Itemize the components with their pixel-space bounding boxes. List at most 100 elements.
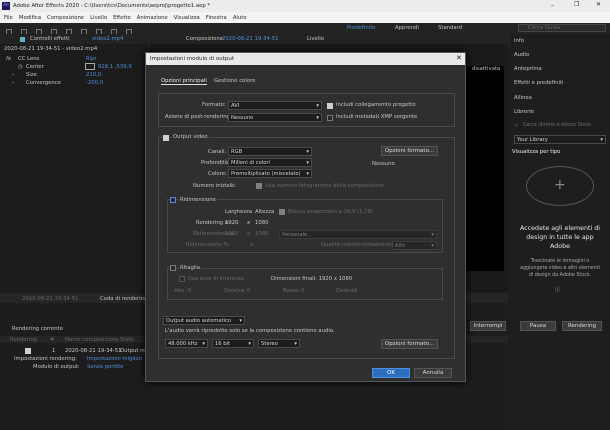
chevron-down-icon: ▾ [306,170,309,177]
channels-label: Canali: [208,149,227,155]
title-bar: Ae Adobe After Effects 2020 - C:\Users\t… [0,0,610,12]
chevron-down-icon: ▾ [248,340,251,347]
viewer[interactable] [464,66,504,271]
ae-logo-icon: Ae [2,2,10,10]
quality-label: Qualità ridimensionamento: [321,242,395,248]
depth-select[interactable]: Milioni di colori ▾ [228,158,312,167]
workspace-apprendi[interactable]: Apprendi [395,25,419,31]
lock-aspect-checkbox[interactable] [279,209,285,215]
color-select[interactable]: Premoltiplicato (miscelato) ▾ [228,169,312,178]
resize-x: x [247,231,251,237]
menu-view[interactable]: Visualizza [174,15,200,21]
prop-center-value[interactable]: 928,1 ,539,9 [98,64,132,70]
resize-preset-select[interactable]: Personale ▾ [279,230,437,239]
use-comp-frame-checkbox[interactable] [256,183,262,189]
fx-icon: fx [6,56,11,62]
chevron-down-icon: ▾ [431,242,434,249]
crop-right-value[interactable]: 0 [354,288,357,294]
cancel-button[interactable]: Annulla [414,368,452,378]
format-label: Formato: [202,102,226,108]
resize-w[interactable]: 1920 [225,231,238,237]
depth-label: Profondità: [201,160,230,166]
rendering-h: 1080 [255,220,269,226]
panel-audio[interactable]: Audio [514,52,529,58]
search-help-input[interactable]: Cerca Guida [528,25,560,31]
bit-depth-select[interactable]: 16 bit ▾ [212,339,254,348]
width-header: Larghezza [225,209,253,215]
prop-size-value[interactable]: 210,0 [86,72,101,78]
menu-window[interactable]: Finestra [206,15,227,21]
menu-composition[interactable]: Composizione [47,15,84,21]
effect-reset[interactable]: Ripr [86,56,97,62]
crop-top-value[interactable]: 0 [188,288,191,294]
menu-edit[interactable]: Modifica [19,15,41,21]
audio-channels-select[interactable]: Stereo ▾ [258,339,300,348]
panel-align[interactable]: Allinea [514,95,532,101]
render-checkbox[interactable] [25,348,31,354]
resize-h[interactable]: 1080 [255,231,268,237]
help-icon[interactable]: ⓘ [555,285,560,293]
col-rendering: Rendering [10,337,38,343]
quality-select[interactable]: Alto ▾ [392,241,437,250]
use-roi-label: Usa area di interesse [188,276,244,282]
expand-icon[interactable]: › [12,80,14,86]
menu-help[interactable]: Aiuto [233,15,247,21]
tab-main-options[interactable]: Opzioni principali [161,78,207,85]
crop-checkbox[interactable] [170,265,176,271]
stop-button[interactable]: Interrompi [470,321,506,331]
dialog-close-icon[interactable]: ✕ [456,54,462,62]
stopwatch-icon[interactable]: ◷ [18,64,23,70]
video-output-label: Output video [172,134,209,140]
quality-value: Alto [395,242,406,249]
menu-file[interactable]: File [4,15,13,21]
tab-effect-controls[interactable]: Controlli effetti [30,36,70,42]
format-select[interactable]: AVI ▾ [228,101,322,110]
start-number-value[interactable]: 0 [230,183,233,189]
sample-rate-select[interactable]: 48.000 kHz ▾ [165,339,208,348]
menu-effect[interactable]: Effetto [113,15,131,21]
tab-composition[interactable]: Composizione [186,36,223,42]
tab-color-management[interactable]: Gestione colore [214,78,255,84]
view-by-type[interactable]: Visualizza per tipo [512,149,560,155]
panel-libraries[interactable]: Librerie [514,109,534,115]
use-comp-frame-label: Usa numero fotogramma della composizione [265,183,384,189]
panel-effects-presets[interactable]: Effetti e predefiniti [514,80,564,86]
panel-preview[interactable]: Anteprima [514,66,542,72]
crop-left-value[interactable]: 0 [247,288,250,294]
ok-button[interactable]: OK [372,368,410,378]
post-render-select[interactable]: Nessuno ▾ [228,113,322,122]
workspace-standard[interactable]: Standard [438,25,462,31]
use-roi-checkbox[interactable] [179,276,185,282]
maximize-icon[interactable]: ❐ [574,1,579,8]
menu-layer[interactable]: Livello [90,15,107,21]
tab-layer[interactable]: Livello [307,36,324,42]
menu-animation[interactable]: Animazione [137,15,168,21]
tab-timeline[interactable]: 2020-08-21 19-34-51 [22,296,79,302]
output-module-value[interactable]: Senza perdite [87,364,124,370]
format-options-button[interactable]: Opzioni formato... [381,146,438,156]
library-select[interactable]: Your Library ▾ [514,135,606,144]
pause-button[interactable]: Pausa [520,321,556,331]
expand-icon[interactable]: › [12,72,14,78]
audio-format-options-button[interactable]: Opzioni formato... [381,339,438,349]
audio-output-select[interactable]: Output audio automatico ▾ [163,316,245,325]
video-output-checkbox[interactable] [163,135,169,141]
workspace-predefinito[interactable]: Predefinito [347,25,376,31]
library-search-input[interactable]: Cerca librerie e Adobe Stock [523,123,591,128]
render-settings-label: Impostazioni rendering: [14,356,77,362]
panel-info[interactable]: Info [514,38,524,44]
resize-checkbox[interactable] [170,197,176,203]
crop-bottom-value[interactable]: 0 [301,288,304,294]
prop-convergence-value[interactable]: -200,0 [86,80,103,86]
render-button[interactable]: Rendering [562,321,602,331]
crosshair-icon[interactable] [85,63,95,70]
tab-render-queue[interactable]: Coda di rendering [100,296,147,302]
render-settings-value[interactable]: Impostazioni migliori [87,356,142,362]
include-link-checkbox[interactable] [327,103,333,109]
channels-select[interactable]: RGB ▾ [228,147,312,156]
include-xmp-checkbox[interactable] [327,115,333,121]
dialog-title: Impostazioni modulo di output [150,56,235,62]
close-icon[interactable]: ✕ [596,1,601,8]
depth-value: Milioni di colori [231,159,270,166]
minimize-icon[interactable]: – [551,2,554,9]
